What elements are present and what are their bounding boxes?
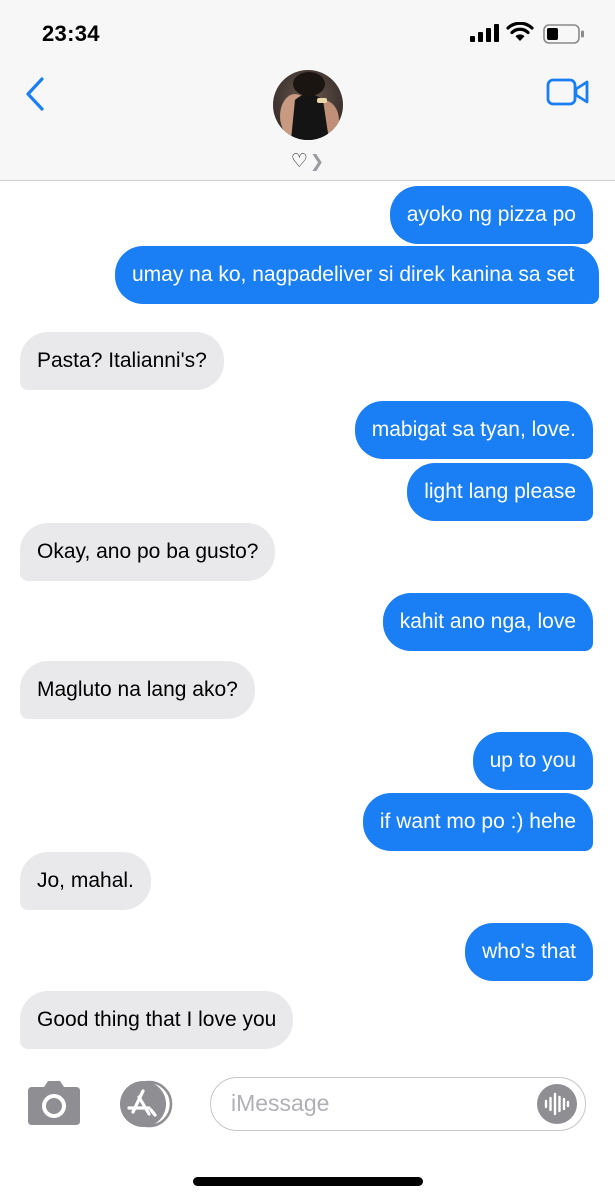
contact-name: ♡: [290, 151, 308, 172]
message-sent[interactable]: who's that: [465, 923, 593, 981]
status-bar: 23:34: [0, 0, 615, 60]
message-received[interactable]: Magluto na lang ako?: [20, 661, 255, 719]
message-received[interactable]: Good thing that I love you: [20, 991, 294, 1049]
message-field[interactable]: [210, 1077, 586, 1131]
audio-waveform-icon[interactable]: [537, 1084, 577, 1124]
back-chevron-icon[interactable]: [22, 76, 48, 112]
home-indicator[interactable]: [193, 1177, 423, 1186]
message-sent[interactable]: if want mo po :) hehe: [362, 793, 593, 851]
signal-icon: [470, 24, 499, 42]
avatar-photo: [273, 70, 343, 140]
battery-icon: [543, 24, 584, 44]
message-received[interactable]: Pasta? Italianni's?: [20, 332, 224, 390]
message-sent[interactable]: umay na ko, nagpadeliver si direk kanina…: [115, 246, 599, 304]
contact-name-button[interactable]: ♡ ❯: [0, 150, 615, 173]
message-sent[interactable]: light lang please: [407, 463, 593, 521]
app-store-icon[interactable]: [115, 1080, 177, 1128]
message-sent[interactable]: up to you: [472, 732, 593, 790]
camera-icon[interactable]: [26, 1081, 82, 1127]
message-sent[interactable]: kahit ano nga, love: [382, 593, 593, 651]
message-sent[interactable]: ayoko ng pizza po: [389, 186, 593, 244]
chevron-right-icon: ❯: [309, 152, 325, 171]
message-sent[interactable]: mabigat sa tyan, love.: [354, 401, 593, 459]
message-received[interactable]: Jo, mahal.: [20, 852, 151, 910]
message-list[interactable]: ayoko ng pizza po umay na ko, nagpadeliv…: [0, 181, 615, 1050]
message-received[interactable]: Okay, ano po ba gusto?: [20, 523, 276, 581]
contact-avatar[interactable]: [273, 70, 343, 140]
conversation-header: ♡ ❯: [0, 60, 615, 181]
video-call-icon[interactable]: [546, 77, 590, 107]
message-input[interactable]: [231, 1090, 521, 1117]
status-time: 23:34: [42, 21, 100, 46]
wifi-icon: [506, 22, 534, 41]
